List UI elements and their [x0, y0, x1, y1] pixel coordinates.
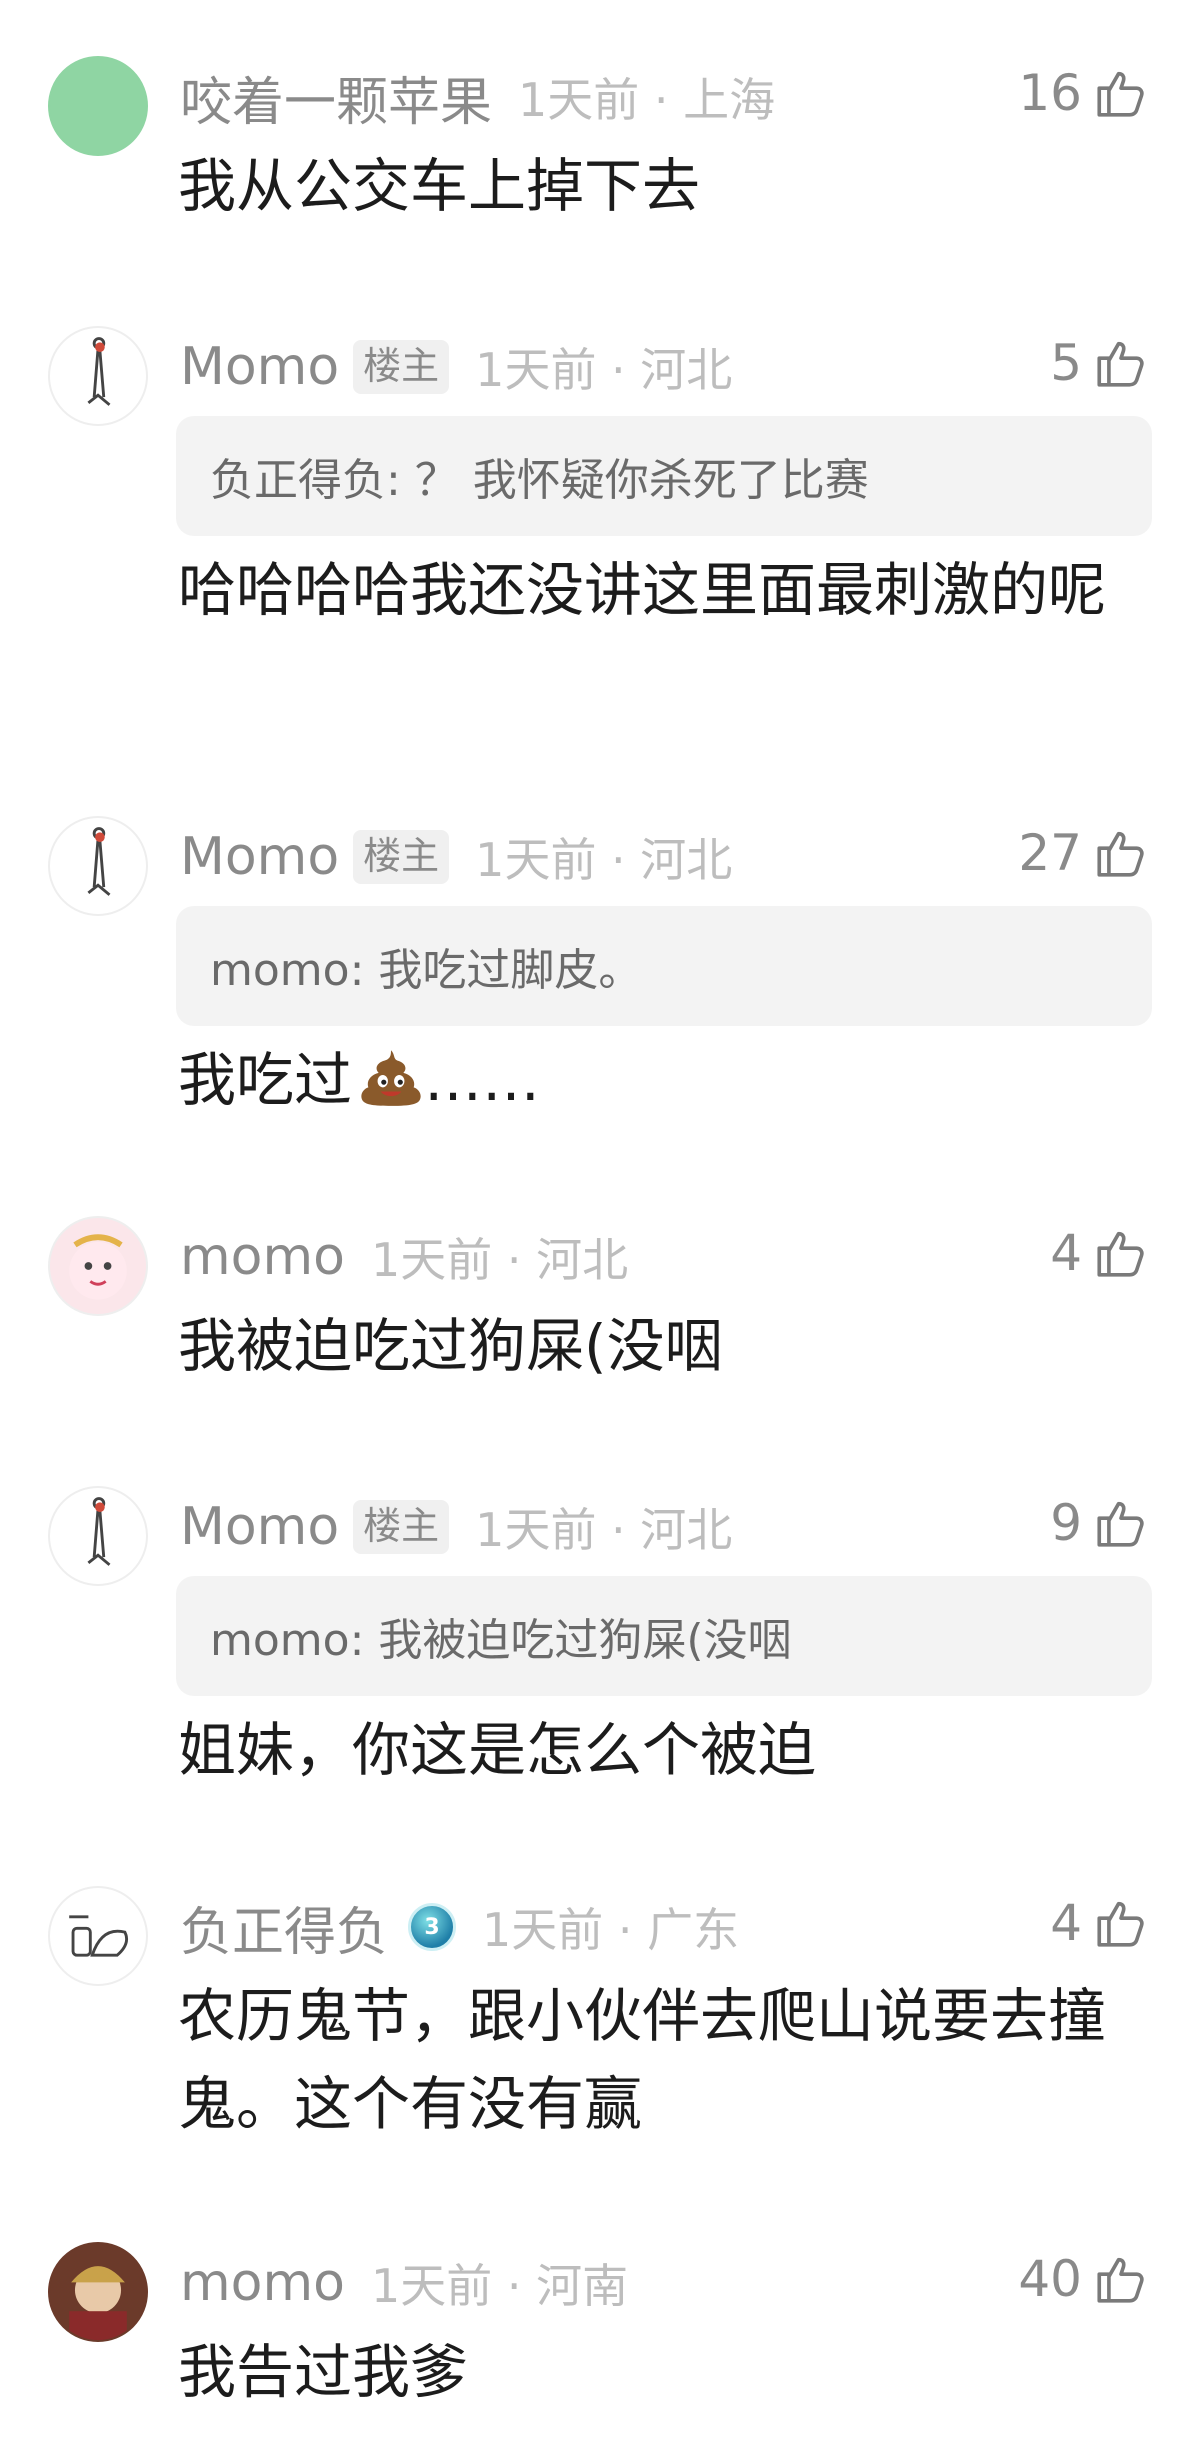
username[interactable]: Momo	[180, 337, 339, 397]
comment-body-text: 我吃过	[178, 1046, 353, 1114]
comment-header: momo 1天前 · 河南	[180, 2248, 628, 2318]
comment-body: 姐妹，你这是怎么个被迫	[178, 1716, 817, 1784]
username[interactable]: 负正得负	[180, 1890, 388, 1965]
comment-body-text: ……	[424, 1046, 541, 1114]
like-count: 40	[1018, 2250, 1082, 2308]
comment-meta: 1天前 · 河北	[475, 833, 733, 887]
comment-body: 哈哈哈哈我还没讲这里面最刺激的呢	[178, 556, 1107, 624]
level-badge-icon: 3	[408, 1903, 457, 1951]
comment-body: 我从公交车上掉下去	[178, 152, 701, 220]
avatar[interactable]	[48, 1486, 148, 1586]
thumbs-up-icon	[1097, 1231, 1144, 1277]
author-badge: 楼主	[353, 830, 450, 884]
comment-header: 咬着一颗苹果 1天前 · 上海	[180, 60, 776, 135]
thumbs-up-icon	[1097, 2257, 1144, 2303]
quoted-reply[interactable]: momo: 我被迫吃过狗屎(没咽	[176, 1576, 1152, 1696]
comment-meta: 1天前 · 上海	[518, 73, 776, 127]
like-count: 5	[1050, 334, 1082, 392]
comment-header: Momo 楼主 1天前 · 河北	[180, 1492, 732, 1562]
username[interactable]: momo	[180, 1227, 345, 1287]
comment-meta: 1天前 · 河北	[475, 1503, 733, 1557]
comment-body: 我吃过 ……	[178, 1036, 1118, 1124]
comment-header: Momo 楼主 1天前 · 河北	[180, 332, 732, 402]
like-button[interactable]: 27	[1018, 818, 1150, 888]
comment-body: 我被迫吃过狗屎(没咽	[178, 1312, 723, 1380]
comment-body: 我告过我爹	[178, 2338, 469, 2406]
comment-header: 负正得负 3 1天前 · 广东	[180, 1890, 740, 1965]
avatar[interactable]	[48, 816, 148, 916]
quoted-reply[interactable]: momo: 我吃过脚皮。	[176, 906, 1152, 1026]
thumbs-up-icon	[1097, 1901, 1144, 1947]
thumbs-up-icon	[1097, 341, 1144, 387]
thumbs-up-icon	[1097, 831, 1144, 877]
author-badge: 楼主	[353, 340, 450, 394]
avatar[interactable]	[48, 56, 148, 156]
like-button[interactable]: 40	[1018, 2244, 1150, 2314]
like-button[interactable]: 4	[1050, 1888, 1150, 1958]
thumbs-up-icon	[1097, 71, 1144, 117]
like-button[interactable]: 16	[1018, 58, 1150, 128]
comment-body: 农历鬼节，跟小伙伴去爬山说要去撞鬼。这个有没有赢	[178, 1982, 1107, 2138]
username[interactable]: Momo	[180, 1497, 339, 1557]
like-count: 16	[1018, 64, 1082, 122]
username[interactable]: momo	[180, 2253, 345, 2313]
username[interactable]: 咬着一颗苹果	[180, 60, 492, 135]
quoted-reply[interactable]: 负正得负: ？ 我怀疑你杀死了比赛	[176, 416, 1152, 536]
like-count: 27	[1018, 824, 1082, 882]
thumbs-up-icon	[1097, 1501, 1144, 1547]
like-count: 4	[1050, 1224, 1082, 1282]
comment-meta: 1天前 · 河南	[370, 2259, 629, 2313]
avatar[interactable]	[48, 1886, 148, 1986]
avatar[interactable]	[48, 326, 148, 426]
poop-emoji-icon	[361, 1050, 421, 1106]
comment-meta: 1天前 · 河北	[475, 343, 733, 397]
avatar[interactable]	[48, 2242, 148, 2342]
like-button[interactable]: 5	[1050, 328, 1150, 398]
like-button[interactable]: 9	[1050, 1488, 1150, 1558]
comment-meta: 1天前 · 广东	[482, 1903, 740, 1957]
comment-header: Momo 楼主 1天前 · 河北	[180, 822, 732, 892]
avatar[interactable]	[48, 1216, 148, 1316]
like-button[interactable]: 4	[1050, 1218, 1150, 1288]
comment-meta: 1天前 · 河北	[370, 1233, 629, 1287]
like-count: 9	[1050, 1494, 1082, 1552]
author-badge: 楼主	[353, 1500, 450, 1554]
username[interactable]: Momo	[180, 827, 339, 887]
comment-header: momo 1天前 · 河北	[180, 1222, 628, 1292]
like-count: 4	[1050, 1894, 1082, 1952]
